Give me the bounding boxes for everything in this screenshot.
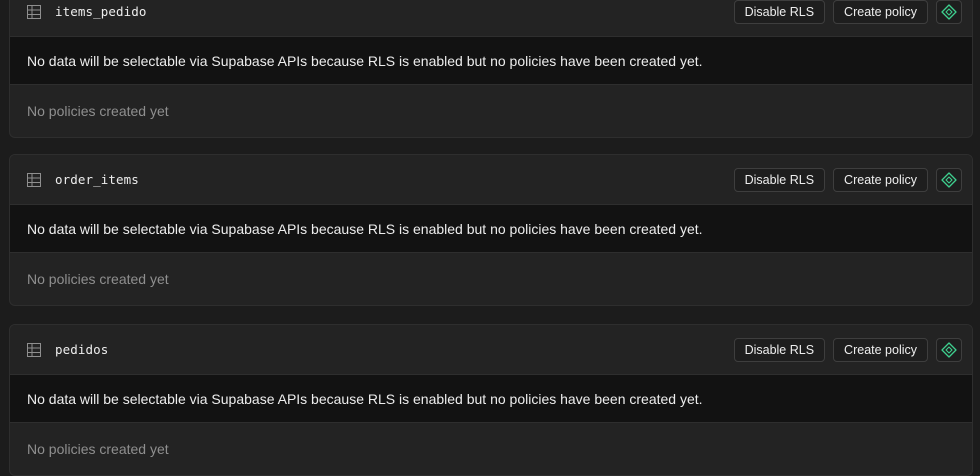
card-header: items_pedido Disable RLS Create policy xyxy=(10,0,972,37)
table-icon xyxy=(27,4,41,19)
create-policy-button[interactable]: Create policy xyxy=(833,337,928,362)
no-policies-text: No policies created yet xyxy=(27,103,169,119)
no-policies-text: No policies created yet xyxy=(27,441,169,457)
policy-assistant-button[interactable] xyxy=(936,0,962,24)
table-policy-card: pedidos Disable RLS Create policy No dat… xyxy=(9,324,973,476)
table-icon xyxy=(27,172,41,187)
card-header: pedidos Disable RLS Create policy xyxy=(10,325,972,375)
table-policy-card: order_items Disable RLS Create policy No… xyxy=(9,154,973,306)
create-policy-button[interactable]: Create policy xyxy=(833,167,928,192)
disable-rls-button[interactable]: Disable RLS xyxy=(733,167,826,192)
create-policy-button[interactable]: Create policy xyxy=(833,0,928,24)
no-policies-text: No policies created yet xyxy=(27,271,169,287)
table-name: items_pedido xyxy=(55,4,147,19)
disable-rls-button[interactable]: Disable RLS xyxy=(733,0,826,24)
diamond-sparkle-icon xyxy=(941,341,957,358)
diamond-sparkle-icon xyxy=(941,3,957,20)
table-policy-card: items_pedido Disable RLS Create policy N… xyxy=(9,0,973,138)
policy-assistant-button[interactable] xyxy=(936,167,962,192)
diamond-sparkle-icon xyxy=(941,171,957,188)
policy-assistant-button[interactable] xyxy=(936,337,962,362)
disable-rls-button[interactable]: Disable RLS xyxy=(733,337,826,362)
card-header: order_items Disable RLS Create policy xyxy=(10,155,972,205)
table-name: pedidos xyxy=(55,342,109,357)
rls-warning-message: No data will be selectable via Supabase … xyxy=(10,205,972,253)
table-name: order_items xyxy=(55,172,139,187)
rls-warning-message: No data will be selectable via Supabase … xyxy=(10,37,972,85)
policies-page: items_pedido Disable RLS Create policy N… xyxy=(0,0,980,476)
table-icon xyxy=(27,342,41,357)
rls-warning-message: No data will be selectable via Supabase … xyxy=(10,375,972,423)
